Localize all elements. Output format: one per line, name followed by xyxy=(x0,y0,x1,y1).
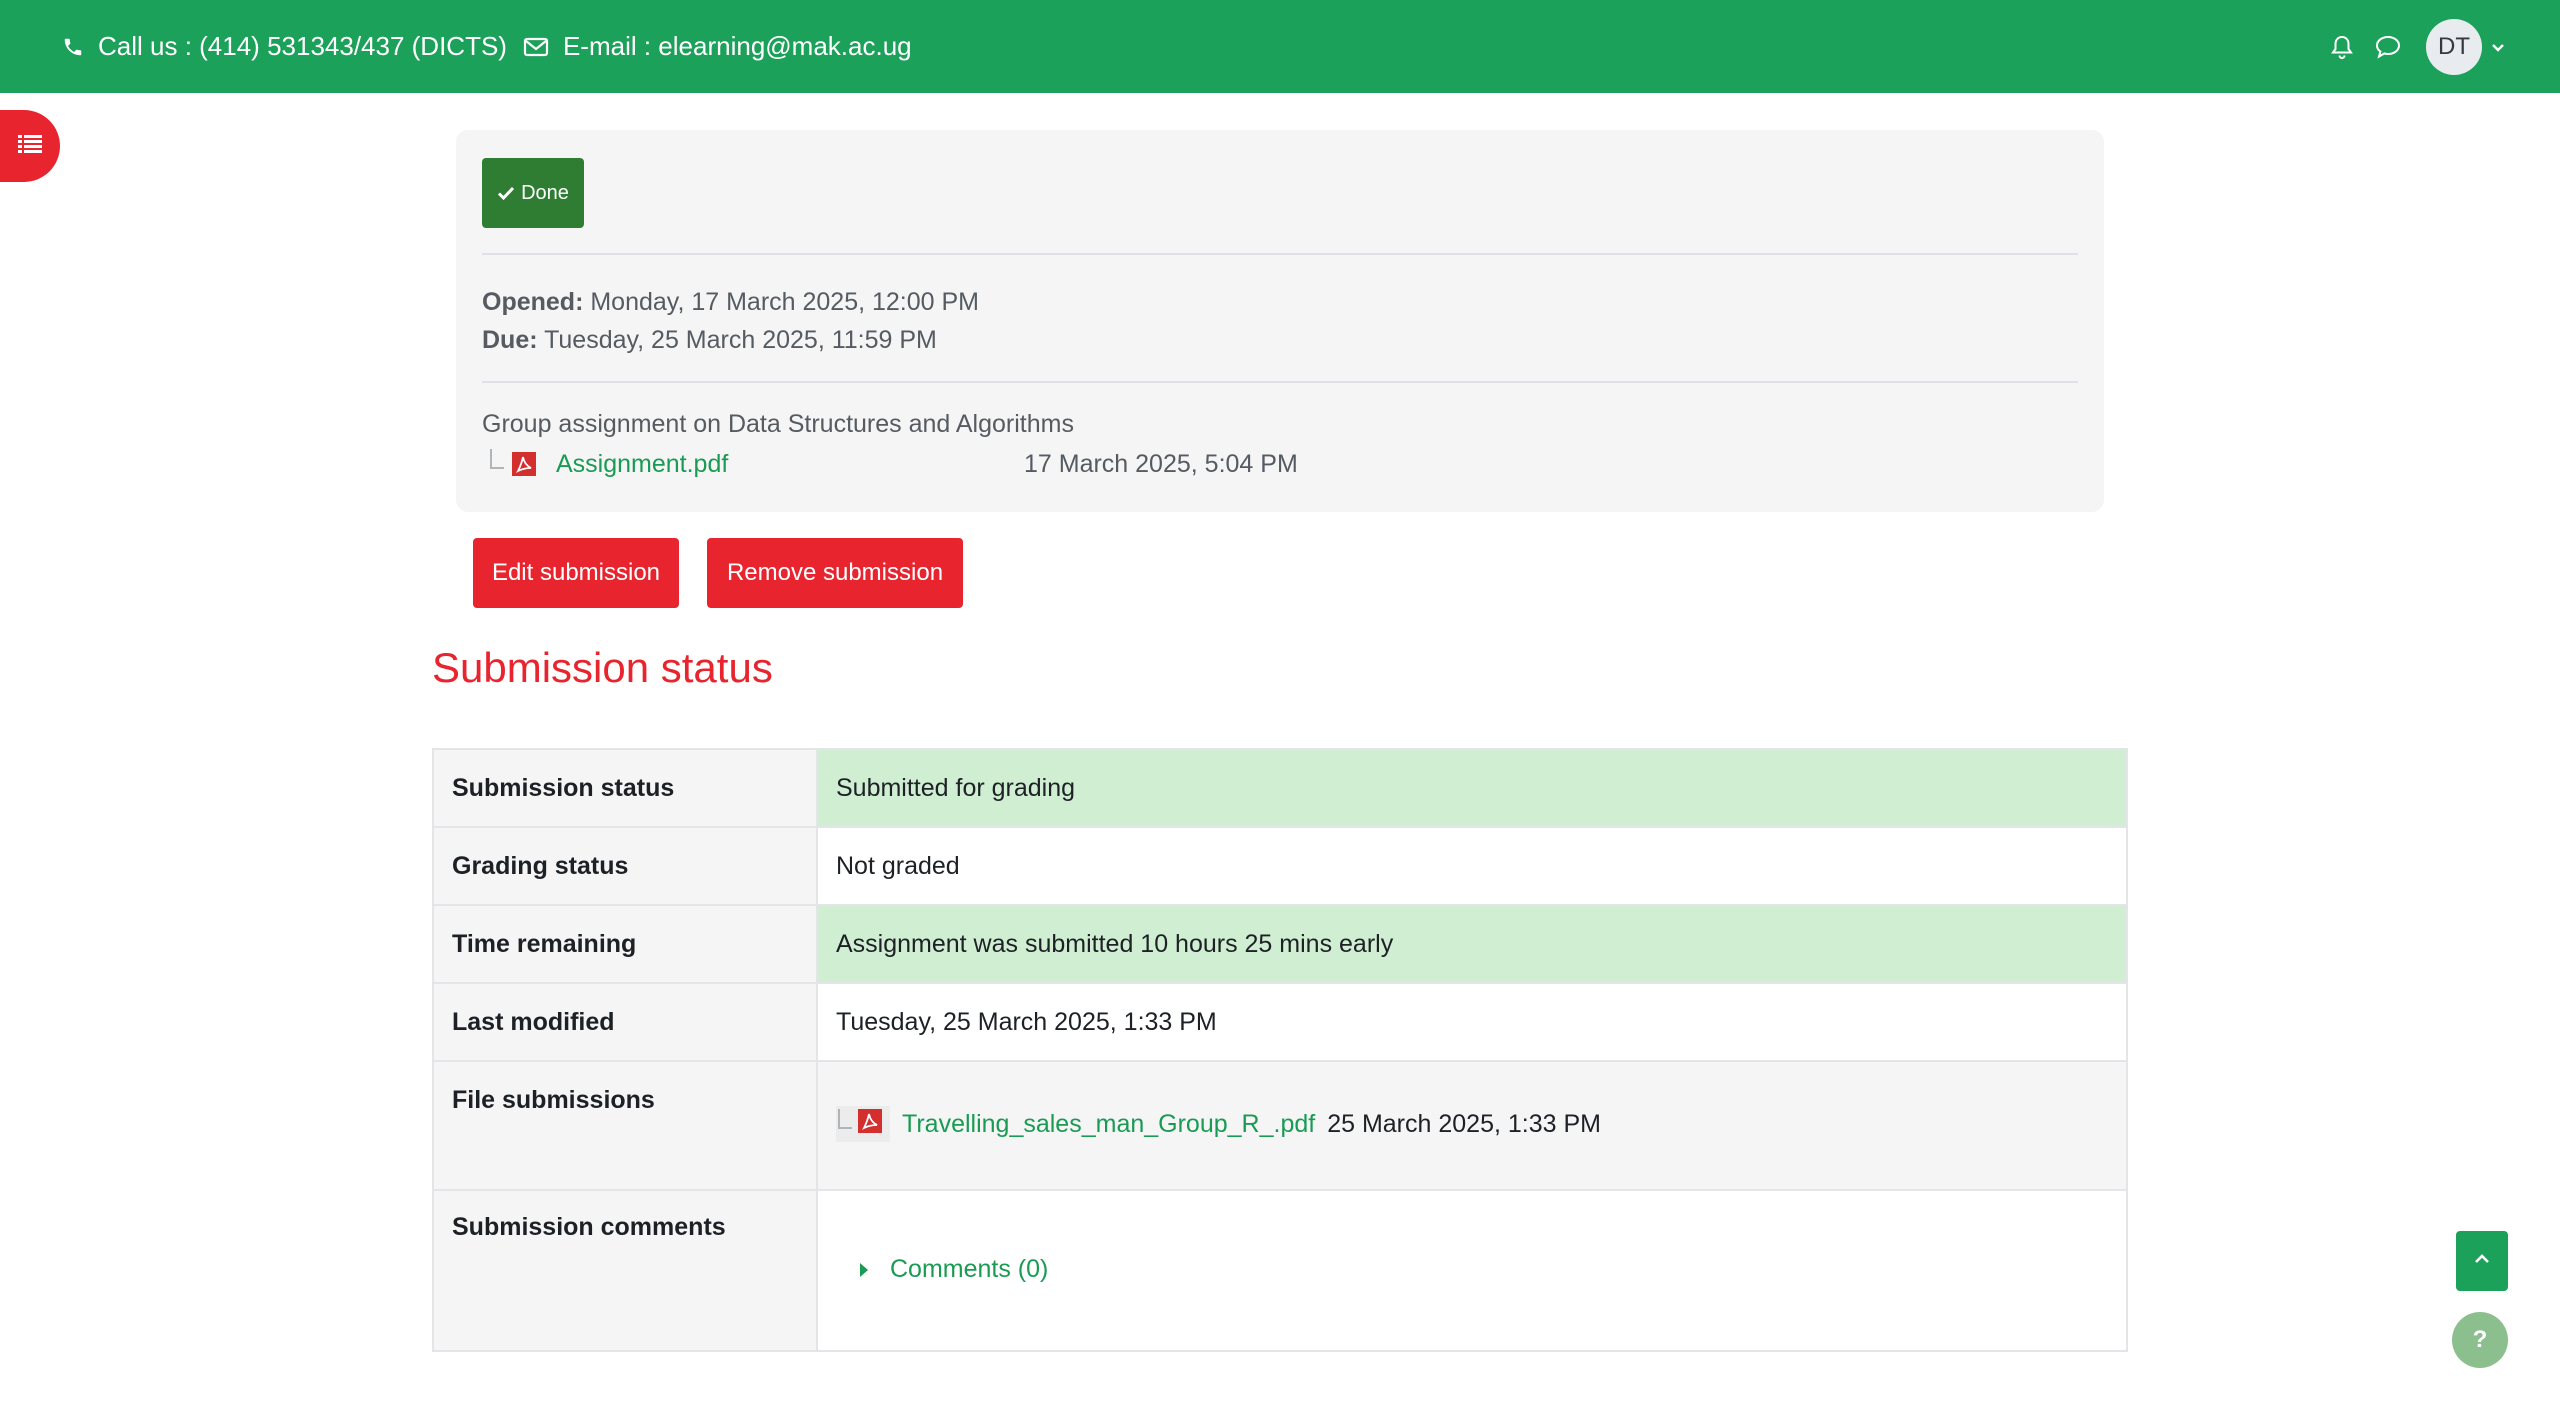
row-label: Grading status xyxy=(432,826,818,906)
top-navbar: Call us : (414) 531343/437 (DICTS) E-mai… xyxy=(0,0,2560,93)
messages-chat-icon[interactable] xyxy=(2368,27,2408,67)
grading-status-value: Not graded xyxy=(836,851,960,880)
attachment-date: 17 March 2025, 5:04 PM xyxy=(1024,449,1298,478)
notifications-bell-icon[interactable] xyxy=(2322,27,2362,67)
course-index-toggle[interactable] xyxy=(0,110,60,182)
submission-status-table: Submission status Submitted for grading … xyxy=(432,748,2128,1352)
last-modified-value: Tuesday, 25 March 2025, 1:33 PM xyxy=(836,1007,1217,1036)
opened-label: Opened: xyxy=(482,288,584,316)
submitted-file-link[interactable]: Travelling_sales_man_Group_R_.pdf xyxy=(902,1110,1315,1139)
list-icon xyxy=(17,133,43,160)
table-row: Time remaining Assignment was submitted … xyxy=(432,904,2128,984)
help-button[interactable]: ? xyxy=(2452,1312,2508,1368)
due-label: Due: xyxy=(482,326,538,354)
row-value: Not graded xyxy=(816,826,2128,906)
tree-connector xyxy=(838,1109,852,1129)
user-avatar[interactable]: DT xyxy=(2426,18,2482,75)
done-label: Done xyxy=(521,181,569,204)
row-value: Travelling_sales_man_Group_R_.pdf 25 Mar… xyxy=(816,1060,2128,1191)
row-label-text: File submissions xyxy=(452,1086,655,1114)
row-value: Tuesday, 25 March 2025, 1:33 PM xyxy=(816,982,2128,1062)
row-label-text: Grading status xyxy=(452,851,629,880)
table-row: Grading status Not graded xyxy=(432,826,2128,906)
comments-toggle[interactable]: Comments (0) xyxy=(836,1255,2108,1284)
back-to-top-button[interactable] xyxy=(2456,1231,2508,1291)
checkmark-icon xyxy=(497,185,515,201)
edit-submission-button[interactable]: Edit submission xyxy=(473,538,679,608)
phone-icon xyxy=(62,36,84,58)
pdf-icon xyxy=(856,1107,884,1142)
row-label: Submission status xyxy=(432,748,818,828)
row-label-text: Time remaining xyxy=(452,929,637,958)
done-button[interactable]: Done xyxy=(482,158,584,228)
submission-status-value: Submitted for grading xyxy=(836,773,1076,802)
divider xyxy=(482,381,2078,383)
phone-text: Call us : (414) 531343/437 (DICTS) xyxy=(98,31,507,61)
table-row: Submission status Submitted for grading xyxy=(432,748,2128,828)
row-label: Time remaining xyxy=(432,904,818,984)
contact-info: Call us : (414) 531343/437 (DICTS) E-mai… xyxy=(62,0,912,93)
opened-value: Monday, 17 March 2025, 12:00 PM xyxy=(590,288,980,316)
pdf-icon xyxy=(510,450,538,478)
remove-submission-button[interactable]: Remove submission xyxy=(707,538,963,608)
attachment-link[interactable]: Assignment.pdf xyxy=(556,450,728,479)
email-text: E-mail : elearning@mak.ac.ug xyxy=(562,31,912,61)
submitted-file-date: 25 March 2025, 1:33 PM xyxy=(1327,1109,1601,1138)
user-menu-area: DT xyxy=(2316,0,2506,93)
row-label-text: Submission status xyxy=(452,773,675,802)
row-value: Comments (0) xyxy=(816,1189,2128,1352)
caret-right-icon xyxy=(860,1262,868,1277)
comments-link[interactable]: Comments (0) xyxy=(890,1255,1048,1284)
row-label: Last modified xyxy=(432,982,818,1062)
row-value: Submitted for grading xyxy=(816,748,2128,828)
envelope-icon xyxy=(523,36,549,58)
submitted-file: Travelling_sales_man_Group_R_.pdf 25 Mar… xyxy=(836,1106,2108,1142)
tree-connector xyxy=(490,449,504,469)
row-label: File submissions xyxy=(432,1060,818,1191)
row-label-text: Last modified xyxy=(452,1007,615,1036)
table-row: File submissions Travelling_sales_man_Gr… xyxy=(432,1060,2128,1191)
row-value: Assignment was submitted 10 hours 25 min… xyxy=(816,904,2128,984)
activity-info-card: Done Opened: Monday, 17 March 2025, 12:0… xyxy=(456,130,2104,512)
table-row: Submission comments Comments (0) xyxy=(432,1189,2128,1352)
file-icon-box xyxy=(836,1106,890,1142)
due-value: Tuesday, 25 March 2025, 11:59 PM xyxy=(544,326,937,354)
time-remaining-value: Assignment was submitted 10 hours 25 min… xyxy=(836,929,1394,958)
chevron-up-icon xyxy=(2472,1252,2492,1271)
row-label-text: Submission comments xyxy=(452,1213,726,1241)
activity-dates: Opened: Monday, 17 March 2025, 12:00 PM … xyxy=(482,283,979,359)
table-row: Last modified Tuesday, 25 March 2025, 1:… xyxy=(432,982,2128,1062)
divider xyxy=(482,253,2078,255)
chevron-down-icon[interactable] xyxy=(2490,41,2506,53)
section-title: Submission status xyxy=(432,644,773,691)
assignment-attachment: Assignment.pdf 17 March 2025, 5:04 PM xyxy=(490,446,1298,482)
assignment-intro: Group assignment on Data Structures and … xyxy=(482,410,1074,438)
row-label: Submission comments xyxy=(432,1189,818,1352)
